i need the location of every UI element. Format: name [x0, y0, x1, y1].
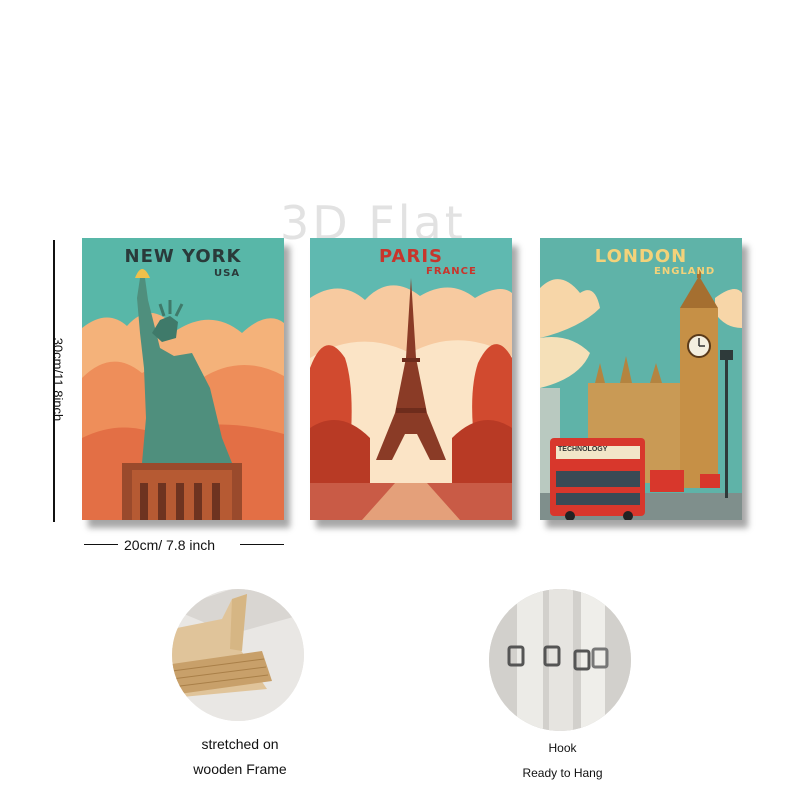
poster-london: LONDON ENGLAND TECHNOLOGY	[540, 238, 742, 520]
caption-line: wooden Frame	[193, 761, 287, 777]
poster-paris: PARIS FRANCE	[310, 238, 512, 520]
height-dimension-label: 30cm/11.8inch	[50, 337, 66, 422]
london-illustration	[540, 238, 742, 520]
hook-caption: Hook Ready to Hang	[490, 736, 645, 786]
poster-title: PARIS	[379, 246, 443, 267]
wooden-frame-caption: stretched on wooden Frame	[160, 732, 320, 782]
wooden-frame-photo	[172, 589, 304, 721]
width-dimension-label: 20cm/ 7.8 inch	[124, 537, 216, 553]
caption-line: stretched on	[201, 736, 279, 752]
wooden-frame-icon	[172, 589, 304, 721]
poster-subtitle: USA	[214, 268, 241, 279]
paris-illustration	[310, 238, 512, 520]
bus-sign: TECHNOLOGY	[558, 446, 608, 453]
poster-title: NEW YORK	[124, 246, 242, 267]
width-dimension-line-left	[84, 544, 118, 545]
poster-subtitle: FRANCE	[426, 266, 477, 277]
poster-title: LONDON	[594, 246, 688, 267]
new-york-illustration	[82, 238, 284, 520]
caption-line: Ready to Hang	[522, 766, 603, 780]
hook-photo	[489, 589, 631, 731]
hook-icon	[489, 589, 631, 731]
caption-line: Hook	[548, 741, 577, 755]
width-dimension-line-right	[240, 544, 284, 545]
poster-subtitle: ENGLAND	[654, 266, 716, 277]
poster-new-york: NEW YORK USA	[82, 238, 284, 520]
